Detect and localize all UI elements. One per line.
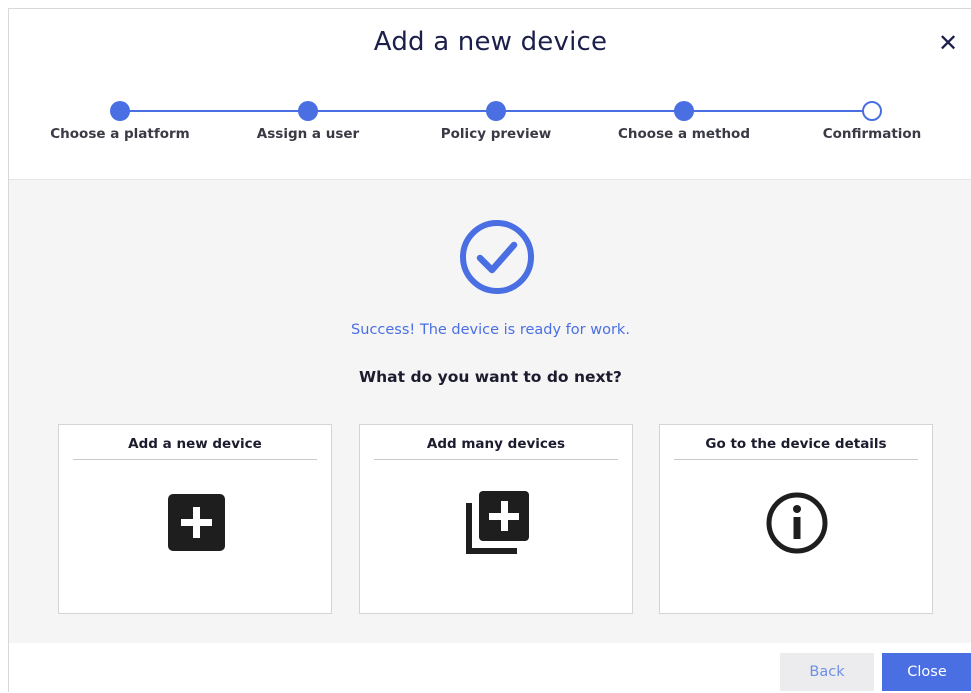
- card-title: Add many devices: [374, 435, 618, 460]
- step-label-confirmation: Confirmation: [822, 126, 922, 142]
- back-button[interactable]: Back: [780, 653, 874, 691]
- step-label-assign-a-user: Assign a user: [256, 126, 360, 142]
- dialog-body: Success! The device is ready for work. W…: [9, 179, 971, 644]
- dialog-footer: Back Close: [9, 643, 971, 693]
- close-button[interactable]: Close: [882, 653, 971, 691]
- close-icon[interactable]: ✕: [934, 29, 962, 57]
- plus-stack-icon: [466, 491, 529, 554]
- plus-square-icon: [168, 494, 225, 551]
- step-dot-confirmation: [862, 101, 882, 121]
- info-circle-icon: [766, 492, 828, 554]
- device-details-card[interactable]: Go to the device details: [659, 424, 933, 614]
- add-new-device-card[interactable]: Add a new device: [58, 424, 332, 614]
- step-label-policy-preview: Policy preview: [440, 126, 552, 142]
- success-message: Success! The device is ready for work.: [351, 322, 630, 338]
- step-label-choose-a-platform: Choose a platform: [50, 126, 190, 142]
- step-dot-choose-a-method: [674, 101, 694, 121]
- dialog-title: Add a new device: [373, 27, 608, 57]
- card-title: Go to the device details: [674, 435, 918, 460]
- step-label-choose-a-method: Choose a method: [618, 126, 750, 142]
- step-dot-policy-preview: [486, 101, 506, 121]
- dialog-header: Add a new device ✕ Choose a platform Ass…: [9, 9, 971, 179]
- step-dot-assign-a-user: [298, 101, 318, 121]
- check-circle-icon: [460, 220, 534, 294]
- add-device-dialog: Add a new device ✕ Choose a platform Ass…: [8, 8, 971, 693]
- next-step-question: What do you want to do next?: [359, 368, 622, 386]
- add-many-devices-card[interactable]: Add many devices: [359, 424, 633, 614]
- card-title: Add a new device: [73, 435, 317, 460]
- step-dot-choose-a-platform: [110, 101, 130, 121]
